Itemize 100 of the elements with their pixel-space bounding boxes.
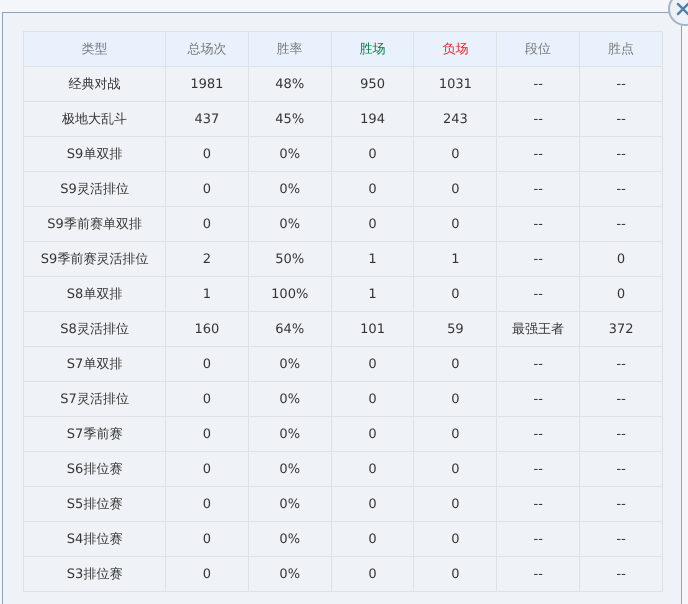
table-cell: --	[580, 102, 662, 136]
table-cell: --	[496, 382, 580, 416]
table-cell: 0%	[248, 206, 332, 242]
column-header: 胜点	[580, 32, 662, 66]
table-cell: 0	[414, 172, 497, 206]
table-cell: 101	[331, 312, 414, 346]
table-cell: --	[580, 556, 662, 592]
table-cell: 437	[166, 102, 248, 136]
table-cell: S7灵活排位	[24, 382, 166, 416]
table-cell: --	[496, 136, 580, 172]
table-cell: 0	[331, 136, 414, 172]
table-cell: 0	[414, 276, 497, 312]
table-cell: 0%	[248, 382, 332, 416]
table-cell: S5排位赛	[24, 486, 166, 522]
table-cell: 0	[414, 452, 497, 486]
table-cell: 经典对战	[24, 66, 166, 102]
table-cell: --	[496, 172, 580, 206]
table-cell: 0	[331, 556, 414, 592]
table-cell: 0	[331, 416, 414, 452]
table-cell: S9单双排	[24, 136, 166, 172]
column-header: 段位	[496, 32, 580, 66]
table-cell: 1031	[414, 66, 497, 102]
table-cell: --	[496, 66, 580, 102]
table-cell: 0	[166, 486, 248, 522]
table-cell: S7单双排	[24, 346, 166, 382]
table-cell: 1	[414, 242, 497, 276]
column-header: 胜场	[331, 32, 414, 66]
table-cell: --	[580, 66, 662, 102]
table-cell: --	[580, 522, 662, 556]
table-cell: 0%	[248, 346, 332, 382]
table-cell: 194	[331, 102, 414, 136]
table-cell: 0	[331, 522, 414, 556]
table-cell: 100%	[248, 276, 332, 312]
table-cell: S9季前赛单双排	[24, 206, 166, 242]
table-cell: 0%	[248, 486, 332, 522]
column-header: 总场次	[166, 32, 248, 66]
table-cell: 0	[331, 486, 414, 522]
table-cell: 0	[414, 416, 497, 452]
table-cell: 0	[166, 556, 248, 592]
table-cell: 59	[414, 312, 497, 346]
table-cell: --	[496, 242, 580, 276]
table-cell: 0	[414, 556, 497, 592]
table-cell: --	[496, 276, 580, 312]
table-cell: 0%	[248, 452, 332, 486]
table-cell: --	[496, 556, 580, 592]
table-cell: --	[496, 102, 580, 136]
table-cell: --	[580, 382, 662, 416]
table-cell: --	[496, 416, 580, 452]
table-cell: 0	[166, 416, 248, 452]
table-cell: 0	[166, 452, 248, 486]
table-cell: 极地大乱斗	[24, 102, 166, 136]
table-cell: 0%	[248, 522, 332, 556]
table-cell: 1	[331, 242, 414, 276]
table-cell: --	[580, 206, 662, 242]
table-cell: 243	[414, 102, 497, 136]
table-cell: 0	[331, 172, 414, 206]
table-cell: 1	[166, 276, 248, 312]
table-cell: --	[580, 346, 662, 382]
table-cell: 最强王者	[496, 312, 580, 346]
table-cell: 0	[580, 242, 662, 276]
table-cell: --	[580, 172, 662, 206]
table-cell: S6排位赛	[24, 452, 166, 486]
table-cell: --	[580, 486, 662, 522]
table-cell: 0	[414, 522, 497, 556]
column-header: 负场	[414, 32, 497, 66]
table-cell: 0	[414, 206, 497, 242]
table-cell: --	[580, 136, 662, 172]
table-cell: 160	[166, 312, 248, 346]
table-cell: S9灵活排位	[24, 172, 166, 206]
table-cell: 64%	[248, 312, 332, 346]
table-cell: 0%	[248, 172, 332, 206]
table-cell: --	[580, 452, 662, 486]
table-cell: 48%	[248, 66, 332, 102]
table-cell: 0	[414, 486, 497, 522]
table-cell: 0	[414, 382, 497, 416]
table-cell: --	[496, 486, 580, 522]
table-cell: --	[580, 416, 662, 452]
table-cell: 0%	[248, 416, 332, 452]
table-cell: 0	[331, 452, 414, 486]
table-cell: S9季前赛灵活排位	[24, 242, 166, 276]
table-cell: S8灵活排位	[24, 312, 166, 346]
table-cell: 0	[331, 206, 414, 242]
table-cell: S3排位赛	[24, 556, 166, 592]
table-cell: 0	[331, 346, 414, 382]
table-cell: 372	[580, 312, 662, 346]
table-cell: S4排位赛	[24, 522, 166, 556]
table-cell: 45%	[248, 102, 332, 136]
table-cell: 0	[166, 522, 248, 556]
table-cell: 0	[414, 136, 497, 172]
table-cell: --	[496, 452, 580, 486]
table-cell: 0	[166, 136, 248, 172]
table-cell: --	[496, 346, 580, 382]
table-cell: 50%	[248, 242, 332, 276]
table-cell: --	[496, 206, 580, 242]
table-cell: 0%	[248, 136, 332, 172]
table-cell: 0	[166, 206, 248, 242]
table-cell: 0	[414, 346, 497, 382]
table-cell: S7季前赛	[24, 416, 166, 452]
table-cell: 0	[166, 346, 248, 382]
table-cell: --	[496, 522, 580, 556]
